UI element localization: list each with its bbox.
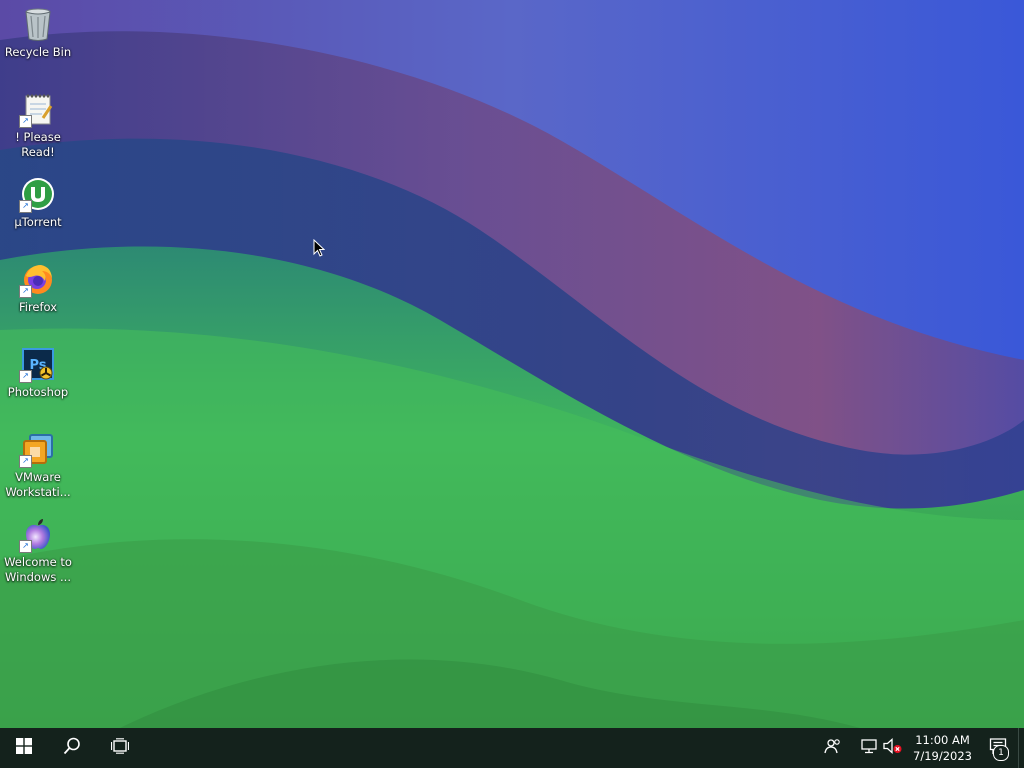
clock[interactable]: 11:00 AM 7/19/2023 bbox=[905, 732, 978, 764]
network-button[interactable] bbox=[857, 728, 881, 768]
desktop-icon-label: µTorrent bbox=[14, 215, 62, 229]
clock-date: 7/19/2023 bbox=[913, 749, 972, 763]
shortcut-arrow-icon: ↗ bbox=[19, 115, 32, 128]
taskbar: 11:00 AM 7/19/2023 1 bbox=[0, 728, 1024, 768]
utorrent-icon: ↗ bbox=[19, 176, 56, 213]
wallpaper bbox=[0, 0, 1024, 728]
windows-logo-icon bbox=[16, 738, 32, 758]
desktop-icon-vmware[interactable]: ↗ VMware Workstati... bbox=[2, 431, 74, 500]
network-icon bbox=[860, 738, 878, 758]
notification-count-badge: 1 bbox=[993, 745, 1009, 761]
volume-muted-icon bbox=[883, 738, 903, 758]
recycle-bin-icon bbox=[20, 6, 56, 42]
shortcut-arrow-icon: ↗ bbox=[19, 285, 32, 298]
people-button[interactable] bbox=[821, 728, 845, 768]
volume-button[interactable] bbox=[881, 728, 905, 768]
desktop-icon-label: ! Please Read! bbox=[15, 130, 61, 159]
desktop-icon-photoshop[interactable]: Ps ↗ Photoshop bbox=[2, 346, 74, 400]
shortcut-arrow-icon: ↗ bbox=[19, 540, 32, 553]
desktop-icon-label: Photoshop bbox=[7, 385, 69, 399]
action-center-button[interactable]: 1 bbox=[978, 728, 1018, 768]
desktop-icon-welcome[interactable]: ↗ Welcome to Windows ... bbox=[2, 516, 74, 585]
show-desktop-button[interactable] bbox=[1018, 728, 1024, 768]
shortcut-arrow-icon: ↗ bbox=[19, 455, 32, 468]
photoshop-icon: Ps ↗ bbox=[19, 346, 56, 383]
firefox-icon: ↗ bbox=[19, 261, 56, 298]
notepad-icon: ↗ bbox=[19, 91, 56, 128]
shortcut-arrow-icon: ↗ bbox=[19, 370, 32, 383]
search-icon bbox=[63, 737, 81, 759]
clock-time: 11:00 AM bbox=[915, 733, 970, 747]
desktop[interactable]: Recycle Bin ↗ ! Please Read! ↗ µTorrent bbox=[0, 0, 1024, 728]
start-button[interactable] bbox=[0, 728, 48, 768]
people-icon bbox=[824, 738, 842, 758]
shortcut-arrow-icon: ↗ bbox=[19, 200, 32, 213]
vmware-icon: ↗ bbox=[19, 431, 56, 468]
system-tray: 11:00 AM 7/19/2023 1 bbox=[821, 728, 1024, 768]
task-view-icon bbox=[110, 738, 130, 758]
apple-logo-icon: ↗ bbox=[19, 516, 56, 553]
desktop-icon-label: VMware Workstati... bbox=[5, 470, 71, 499]
desktop-icon-recycle-bin[interactable]: Recycle Bin bbox=[2, 6, 74, 60]
mouse-cursor-icon bbox=[313, 238, 326, 261]
desktop-icon-please-read[interactable]: ↗ ! Please Read! bbox=[2, 91, 74, 160]
desktop-icon-label: Welcome to Windows ... bbox=[4, 555, 72, 584]
desktop-icon-label: Recycle Bin bbox=[4, 45, 72, 59]
search-button[interactable] bbox=[48, 728, 96, 768]
desktop-icon-firefox[interactable]: ↗ Firefox bbox=[2, 261, 74, 315]
task-view-button[interactable] bbox=[96, 728, 144, 768]
desktop-icon-utorrent[interactable]: ↗ µTorrent bbox=[2, 176, 74, 230]
desktop-icon-label: Firefox bbox=[18, 300, 58, 314]
